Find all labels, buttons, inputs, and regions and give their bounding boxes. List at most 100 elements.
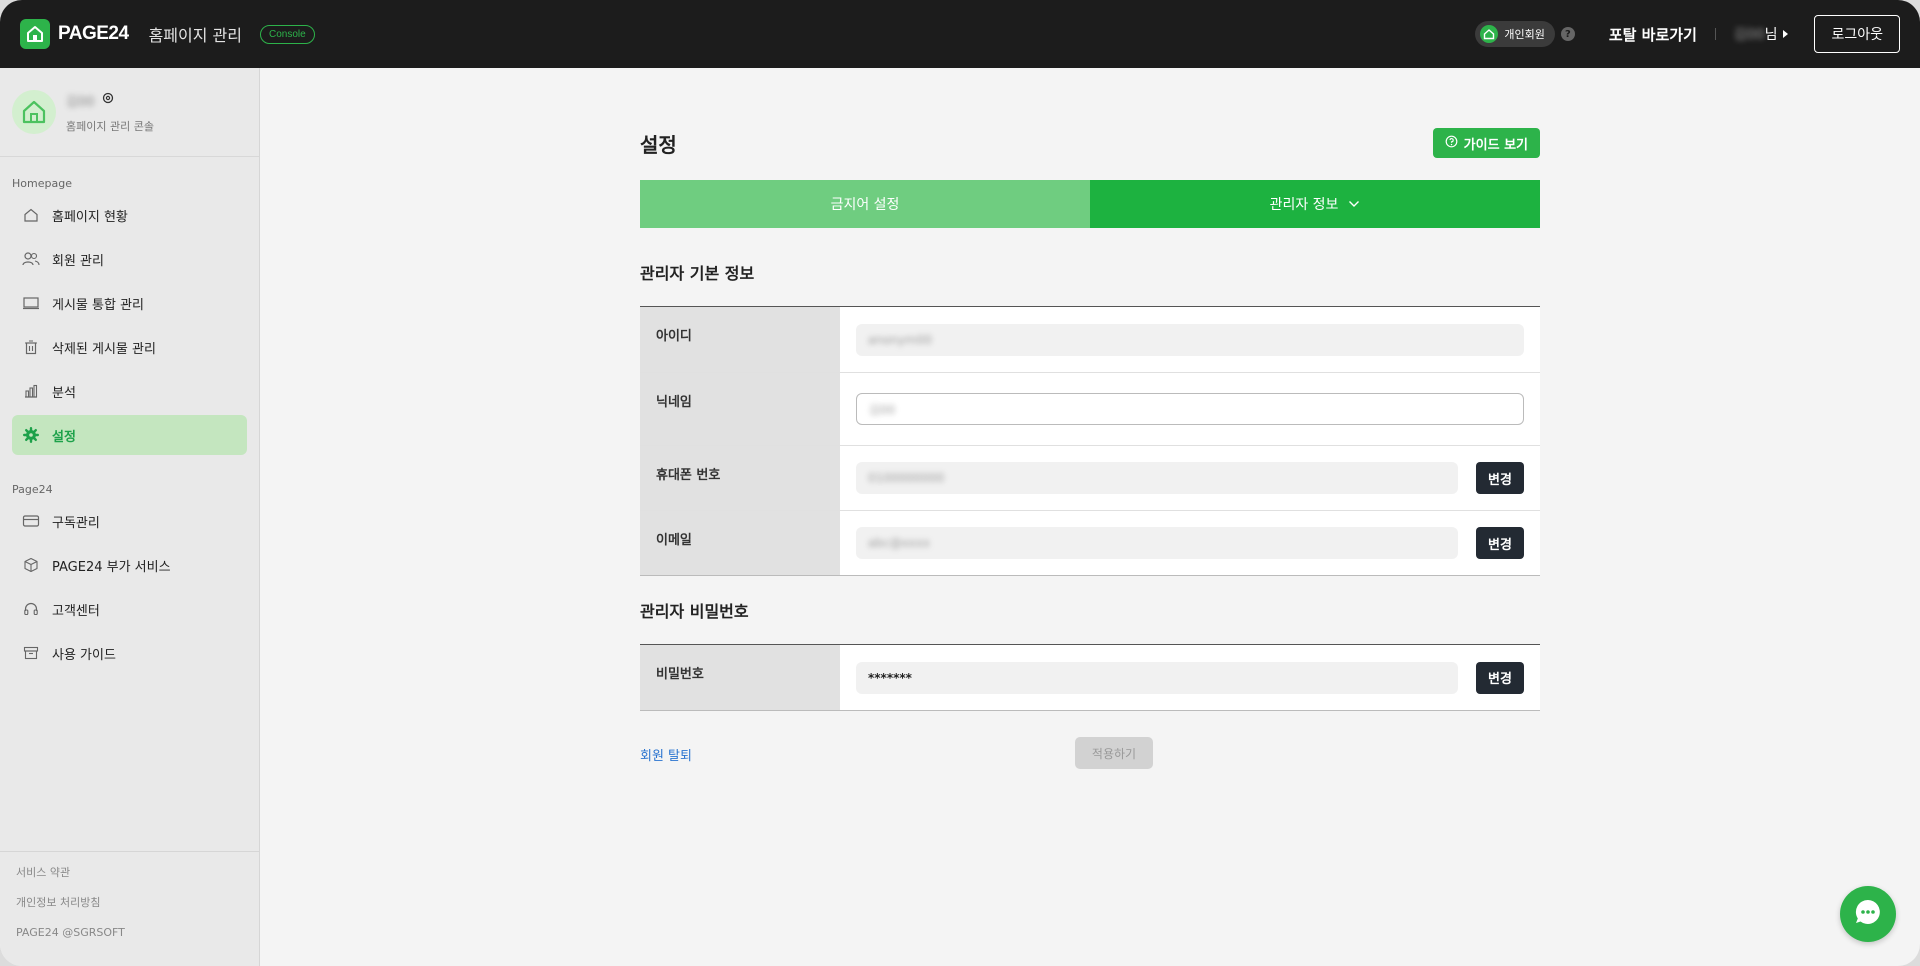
logo-text: PAGE24	[58, 23, 129, 44]
sidebar-item-label: 삭제된 게시물 관리	[52, 341, 156, 357]
help-icon[interactable]: ?	[1560, 27, 1575, 41]
headset-icon	[22, 600, 40, 618]
sidebar-item-label: 사용 가이드	[52, 647, 116, 663]
terms-link[interactable]: 서비스 약관	[16, 866, 244, 896]
section-label-page24: Page24	[12, 483, 53, 496]
change-email-button[interactable]: 변경	[1476, 527, 1524, 559]
card-icon	[22, 512, 40, 530]
caret-right-icon	[1783, 30, 1789, 38]
profile-subtitle: 홈페이지 관리 콘솔	[66, 119, 154, 133]
sidebar: 김00 홈페이지 관리 콘솔 Homepage 홈페이지 현황 회원 관리 게시	[0, 68, 260, 966]
password-table: 비밀번호 ******* 변경	[640, 644, 1540, 711]
email-label: 이메일	[640, 511, 840, 575]
board-icon	[22, 294, 40, 312]
main-content: 설정 가이드 보기 금지어 설정 관리자 정보 관리자 기본 정보 아이디 an…	[260, 68, 1920, 966]
profile-name: 김00	[66, 94, 95, 110]
question-circle-icon	[1445, 135, 1458, 152]
sidebar-item-posts[interactable]: 게시물 통합 관리	[12, 283, 247, 323]
page-title: 설정	[640, 132, 677, 157]
tab-forbidden-words[interactable]: 금지어 설정	[640, 180, 1090, 228]
form-row-phone: 휴대폰 번호 0100000000 변경	[640, 446, 1540, 511]
trash-icon	[22, 338, 40, 356]
logo[interactable]: PAGE24	[20, 19, 129, 49]
chat-button[interactable]	[1840, 886, 1896, 942]
profile: 김00 홈페이지 관리 콘솔	[0, 68, 259, 157]
sidebar-item-analytics[interactable]: 분석	[12, 371, 247, 411]
profile-settings-icon[interactable]	[101, 91, 115, 109]
app-window: PAGE24 홈페이지 관리 Console 개인회원 ? 포탈 바로가기 김0…	[0, 0, 1920, 966]
email-value: abc@xxxx	[868, 536, 930, 550]
member-type-badge: 개인회원	[1475, 21, 1555, 47]
nickname-value: 김00	[869, 402, 896, 417]
member-home-icon	[1480, 25, 1499, 43]
email-field: abc@xxxx	[856, 527, 1458, 559]
tab-bar: 금지어 설정 관리자 정보	[640, 180, 1540, 228]
password-label: 비밀번호	[640, 645, 840, 710]
id-value: anonym00	[868, 332, 932, 347]
form-row-nickname: 닉네임 김00	[640, 373, 1540, 446]
copyright: PAGE24 @SGRSOFT	[16, 926, 125, 939]
privacy-link[interactable]: 개인정보 처리방침	[16, 896, 244, 926]
divider	[1714, 28, 1716, 40]
password-title: 관리자 비밀번호	[640, 602, 749, 621]
sidebar-item-label: 분석	[52, 385, 76, 401]
sidebar-item-subscription[interactable]: 구독관리	[12, 501, 247, 541]
change-phone-button[interactable]: 변경	[1476, 462, 1524, 494]
sidebar-item-label: 고객센터	[52, 603, 100, 619]
archive-icon	[22, 644, 40, 662]
form-row-email: 이메일 abc@xxxx 변경	[640, 511, 1540, 576]
user-suffix: 님	[1764, 27, 1778, 43]
chat-icon	[1852, 896, 1884, 932]
nickname-input[interactable]: 김00	[856, 393, 1524, 425]
change-password-button[interactable]: 변경	[1476, 661, 1524, 694]
sidebar-item-label: 설정	[52, 429, 76, 445]
password-field: *******	[856, 661, 1458, 694]
tab-label: 관리자 정보	[1269, 197, 1339, 213]
tab-admin-info[interactable]: 관리자 정보	[1090, 180, 1540, 228]
basic-info-title: 관리자 기본 정보	[640, 264, 755, 283]
apply-button[interactable]: 적용하기	[1075, 737, 1153, 769]
sidebar-item-label: 회원 관리	[52, 253, 104, 269]
sidebar-item-label: 게시물 통합 관리	[52, 297, 144, 313]
logo-home-icon	[20, 19, 50, 49]
form-row-password: 비밀번호 ******* 변경	[640, 645, 1540, 711]
avatar	[12, 90, 56, 134]
id-field: anonym00	[856, 323, 1524, 356]
member-type-label: 개인회원	[1504, 28, 1545, 41]
box-icon	[22, 556, 40, 574]
form-row-id: 아이디 anonym00	[640, 307, 1540, 373]
guide-button[interactable]: 가이드 보기	[1432, 128, 1540, 158]
sidebar-item-homepage-status[interactable]: 홈페이지 현황	[12, 195, 247, 235]
section-label-homepage: Homepage	[12, 177, 72, 190]
id-label: 아이디	[640, 307, 840, 372]
logout-button[interactable]: 로그아웃	[1814, 15, 1900, 53]
withdraw-link[interactable]: 회원 탈퇴	[640, 745, 692, 764]
tab-label: 금지어 설정	[830, 197, 900, 213]
gear-icon	[22, 426, 40, 444]
user-name: 김00	[1733, 27, 1765, 43]
sidebar-item-label: PAGE24 부가 서비스	[52, 559, 171, 575]
top-bar: PAGE24 홈페이지 관리 Console 개인회원 ? 포탈 바로가기 김0…	[0, 0, 1920, 68]
console-badge: Console	[259, 24, 315, 44]
phone-value: 0100000000	[868, 471, 945, 485]
phone-field: 0100000000	[856, 462, 1458, 494]
nickname-label: 닉네임	[640, 373, 840, 445]
sidebar-item-user-guide[interactable]: 사용 가이드	[12, 633, 247, 673]
sidebar-item-deleted-posts[interactable]: 삭제된 게시물 관리	[12, 327, 247, 367]
sidebar-item-members[interactable]: 회원 관리	[12, 239, 247, 279]
sidebar-item-settings[interactable]: 설정	[12, 415, 247, 455]
portal-link[interactable]: 포탈 바로가기	[1609, 24, 1697, 45]
basic-info-table: 아이디 anonym00 닉네임 김00 휴대폰 번호 0100000000 변…	[640, 306, 1540, 576]
home-icon	[22, 206, 40, 224]
app-title: 홈페이지 관리	[148, 26, 242, 45]
sidebar-item-customer-center[interactable]: 고객센터	[12, 589, 247, 629]
sidebar-item-label: 구독관리	[52, 515, 100, 531]
user-menu[interactable]: 김00 님	[1734, 24, 1789, 44]
sidebar-footer: 서비스 약관 개인정보 처리방침 PAGE24 @SGRSOFT	[0, 851, 260, 966]
guide-button-label: 가이드 보기	[1463, 137, 1528, 153]
sidebar-item-label: 홈페이지 현황	[52, 209, 128, 225]
chevron-down-icon	[1348, 196, 1360, 212]
sidebar-item-addon-services[interactable]: PAGE24 부가 서비스	[12, 545, 247, 585]
users-icon	[22, 250, 40, 268]
phone-label: 휴대폰 번호	[640, 446, 840, 510]
